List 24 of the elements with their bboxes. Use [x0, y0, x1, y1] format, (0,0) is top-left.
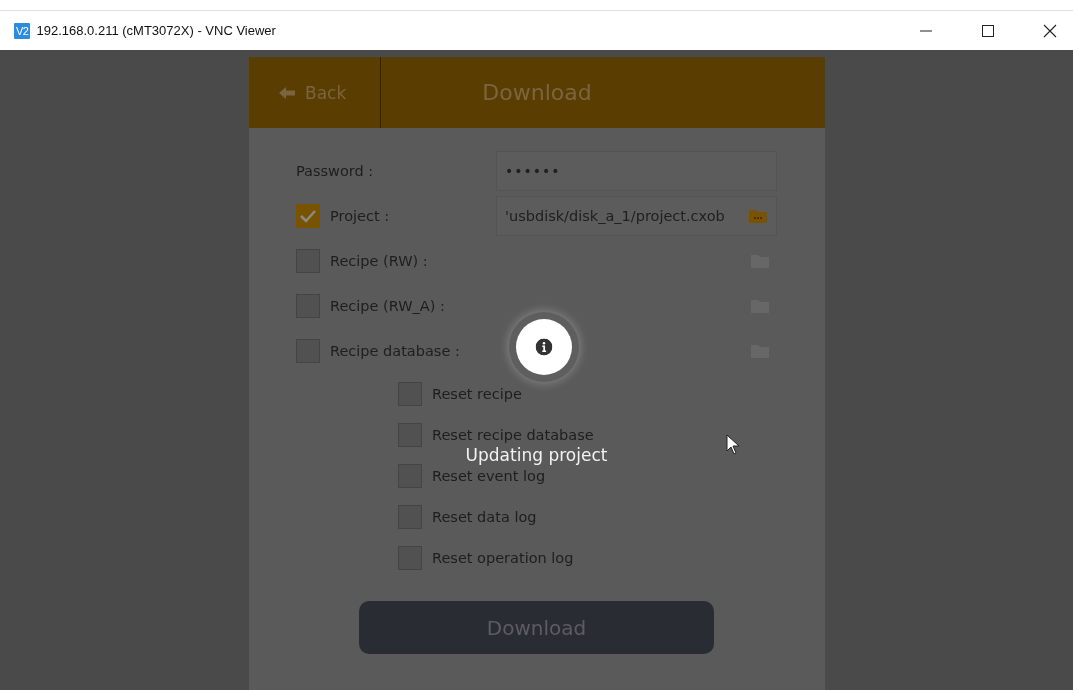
option-label: Recipe (RW_A) :: [330, 297, 445, 314]
password-label: Password :: [296, 162, 375, 179]
option-label: Recipe (RW) :: [330, 252, 428, 269]
option-label: Reset operation log: [432, 549, 574, 566]
option-label: Reset event log: [432, 467, 546, 484]
maximize-icon[interactable]: [981, 23, 995, 38]
option-label: Reset recipe database: [432, 426, 594, 443]
window-title: 192.168.0.211 (cMT3072X) - VNC Viewer: [36, 23, 276, 38]
page-title: Download: [481, 79, 593, 107]
option-label: Reset recipe: [432, 385, 522, 402]
check-icon: [299, 208, 317, 223]
status-message: Updating project: [465, 446, 608, 464]
option-label: Project :: [330, 207, 390, 224]
option-label: Recipe database :: [330, 342, 460, 359]
app-logo-icon: V2: [14, 22, 31, 39]
file-path-field[interactable]: 'usbdisk/disk_a_1/project.cxob: [496, 195, 777, 236]
file-path: 'usbdisk/disk_a_1/project.cxob: [505, 207, 725, 224]
password-field[interactable]: ••••••: [496, 150, 777, 191]
mouse-pointer-icon: [726, 434, 740, 456]
close-icon[interactable]: [1043, 23, 1057, 38]
arrow-left-icon: [279, 86, 295, 99]
back-button[interactable]: Back: [249, 57, 381, 128]
checkbox[interactable]: [296, 203, 320, 228]
option-label: Reset data log: [432, 508, 537, 525]
